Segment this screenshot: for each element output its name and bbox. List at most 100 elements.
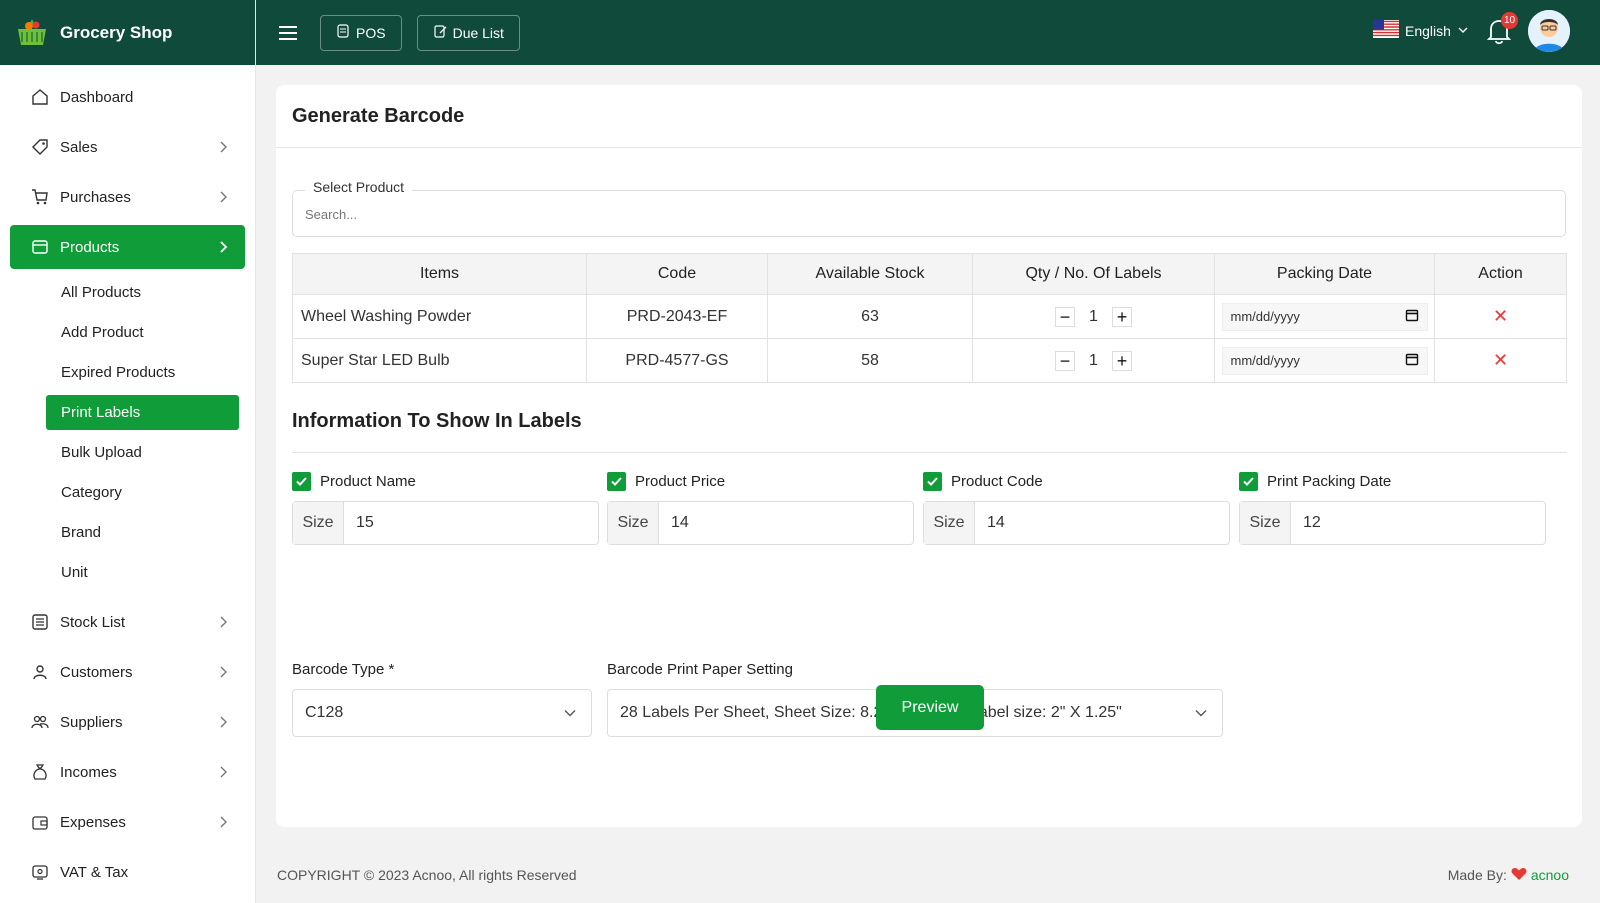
sidebar-item-label: Sales <box>60 138 98 156</box>
packing-date-input[interactable]: mm/dd/yyyy <box>1221 346 1428 375</box>
copyright-text: COPYRIGHT © 2023 Acnoo, All rights Reser… <box>277 867 577 883</box>
table-row: Super Star LED Bulb PRD-4577-GS 58 − 1 +… <box>292 338 1567 383</box>
submenu-item-unit[interactable]: Unit <box>46 555 239 590</box>
sidebar-item-label: Stock List <box>60 613 126 631</box>
sidebar-item-vat-tax[interactable]: VAT & Tax <box>10 850 245 894</box>
due-list-button[interactable]: Due List <box>416 14 520 51</box>
sidebar-item-suppliers[interactable]: Suppliers <box>10 700 245 744</box>
cell-item: Wheel Washing Powder <box>292 294 587 339</box>
preview-button[interactable]: Preview <box>876 685 984 730</box>
chevron-right-icon <box>215 664 231 680</box>
increment-button[interactable]: + <box>1111 306 1132 327</box>
sidebar-item-purchases[interactable]: Purchases <box>10 175 245 219</box>
sidebar-nav-lower: Stock List Customers Suppliers Incomes E… <box>0 596 255 894</box>
page-title: Generate Barcode <box>292 105 465 127</box>
language-label: English <box>1405 22 1451 39</box>
checkbox-checked-icon[interactable] <box>292 471 311 491</box>
chevron-right-icon <box>215 239 231 255</box>
column-header-available-stock: Available Stock <box>767 253 973 295</box>
submenu-item-category[interactable]: Category <box>46 475 239 510</box>
quantity-value[interactable]: 1 <box>1089 352 1098 370</box>
user-avatar[interactable] <box>1528 10 1570 52</box>
size-addon: Size <box>1240 502 1291 544</box>
sidebar-item-dashboard[interactable]: Dashboard <box>10 75 245 119</box>
chevron-right-icon <box>215 614 231 630</box>
sidebar-item-sales[interactable]: Sales <box>10 125 245 169</box>
size-input-group: Size 14 <box>923 501 1230 545</box>
divider <box>276 147 1582 148</box>
size-input-group: Size 14 <box>607 501 914 545</box>
brand[interactable]: Grocery Shop <box>0 0 255 65</box>
checkbox-label: Product Price <box>635 472 726 490</box>
submenu-item-expired-products[interactable]: Expired Products <box>46 355 239 390</box>
decrement-button[interactable]: − <box>1055 306 1076 327</box>
submenu-item-print-labels[interactable]: Print Labels <box>46 395 239 430</box>
pos-button[interactable]: POS <box>320 14 402 51</box>
calendar-icon[interactable] <box>1405 352 1419 369</box>
print-packing-date-checkbox-row[interactable]: Print Packing Date <box>1239 469 1546 493</box>
quantity-stepper: − 1 + <box>973 306 1214 327</box>
paper-setting-value: 28 Labels Per Sheet, Sheet Size: 8.27" X… <box>620 704 1122 721</box>
quantity-value[interactable]: 1 <box>1089 308 1098 326</box>
sidebar-item-label: Products <box>60 238 120 256</box>
column-header-items: Items <box>292 253 587 295</box>
size-addon: Size <box>293 502 344 544</box>
calendar-icon[interactable] <box>1405 308 1419 325</box>
increment-button[interactable]: + <box>1111 350 1132 371</box>
submenu-item-bulk-upload[interactable]: Bulk Upload <box>46 435 239 470</box>
remove-row-icon[interactable]: ✕ <box>1493 350 1508 370</box>
list-icon <box>30 612 50 632</box>
product-search-input[interactable] <box>305 204 1545 224</box>
product-code-checkbox-row[interactable]: Product Code <box>923 469 1230 493</box>
sidebar-item-customers[interactable]: Customers <box>10 650 245 694</box>
packing-date-size-input[interactable]: 12 <box>1291 502 1321 544</box>
cell-qty: − 1 + <box>972 338 1215 383</box>
submenu-item-brand[interactable]: Brand <box>46 515 239 550</box>
select-product-field[interactable]: Select Product <box>292 179 1566 237</box>
checkbox-checked-icon[interactable] <box>607 471 626 491</box>
selected-products-table: Items Code Available Stock Qty / No. Of … <box>292 253 1567 383</box>
barcode-type-select[interactable]: C128 <box>292 689 592 737</box>
size-addon: Size <box>608 502 659 544</box>
packing-date-input[interactable]: mm/dd/yyyy <box>1221 302 1428 331</box>
cell-packing-date: mm/dd/yyyy <box>1214 294 1435 339</box>
checkbox-checked-icon[interactable] <box>1239 471 1258 491</box>
size-addon: Size <box>924 502 975 544</box>
product-name-checkbox-row[interactable]: Product Name <box>292 469 599 493</box>
sidebar: Grocery Shop Dashboard Sales Purchases P… <box>0 0 256 903</box>
divider <box>292 452 1567 453</box>
receipt-icon <box>30 862 50 882</box>
sidebar-item-label: Purchases <box>60 188 131 206</box>
barcode-type-value: C128 <box>305 704 344 721</box>
column-header-qty: Qty / No. Of Labels <box>972 253 1215 295</box>
acnoo-link[interactable]: acnoo <box>1531 867 1569 883</box>
pos-button-label: POS <box>356 24 386 41</box>
date-placeholder: mm/dd/yyyy <box>1230 353 1300 368</box>
remove-row-icon[interactable]: ✕ <box>1493 306 1508 326</box>
cell-packing-date: mm/dd/yyyy <box>1214 338 1435 383</box>
submenu-item-all-products[interactable]: All Products <box>46 275 239 310</box>
hamburger-menu-icon[interactable] <box>276 21 300 45</box>
cart-icon <box>30 187 50 207</box>
box-icon <box>30 237 50 257</box>
product-name-size-input[interactable]: 15 <box>344 502 374 544</box>
product-price-size-input[interactable]: 14 <box>659 502 689 544</box>
sidebar-item-products[interactable]: Products <box>10 225 245 269</box>
product-price-checkbox-row[interactable]: Product Price <box>607 469 914 493</box>
submenu-item-add-product[interactable]: Add Product <box>46 315 239 350</box>
product-code-size-input[interactable]: 14 <box>975 502 1005 544</box>
made-by: Made By: acnoo <box>1448 867 1569 884</box>
cell-stock: 63 <box>767 294 973 339</box>
language-selector[interactable]: English <box>1373 20 1469 41</box>
sidebar-item-stock-list[interactable]: Stock List <box>10 600 245 644</box>
sidebar-item-expenses[interactable]: Expenses <box>10 800 245 844</box>
size-input-group: Size 12 <box>1239 501 1546 545</box>
column-header-action: Action <box>1434 253 1567 295</box>
cell-code: PRD-4577-GS <box>586 338 768 383</box>
checkbox-checked-icon[interactable] <box>923 471 942 491</box>
sidebar-item-label: Customers <box>60 663 133 681</box>
cell-code: PRD-2043-EF <box>586 294 768 339</box>
sidebar-item-incomes[interactable]: Incomes <box>10 750 245 794</box>
option-product-price: Product Price Size 14 <box>607 469 914 545</box>
decrement-button[interactable]: − <box>1055 350 1076 371</box>
